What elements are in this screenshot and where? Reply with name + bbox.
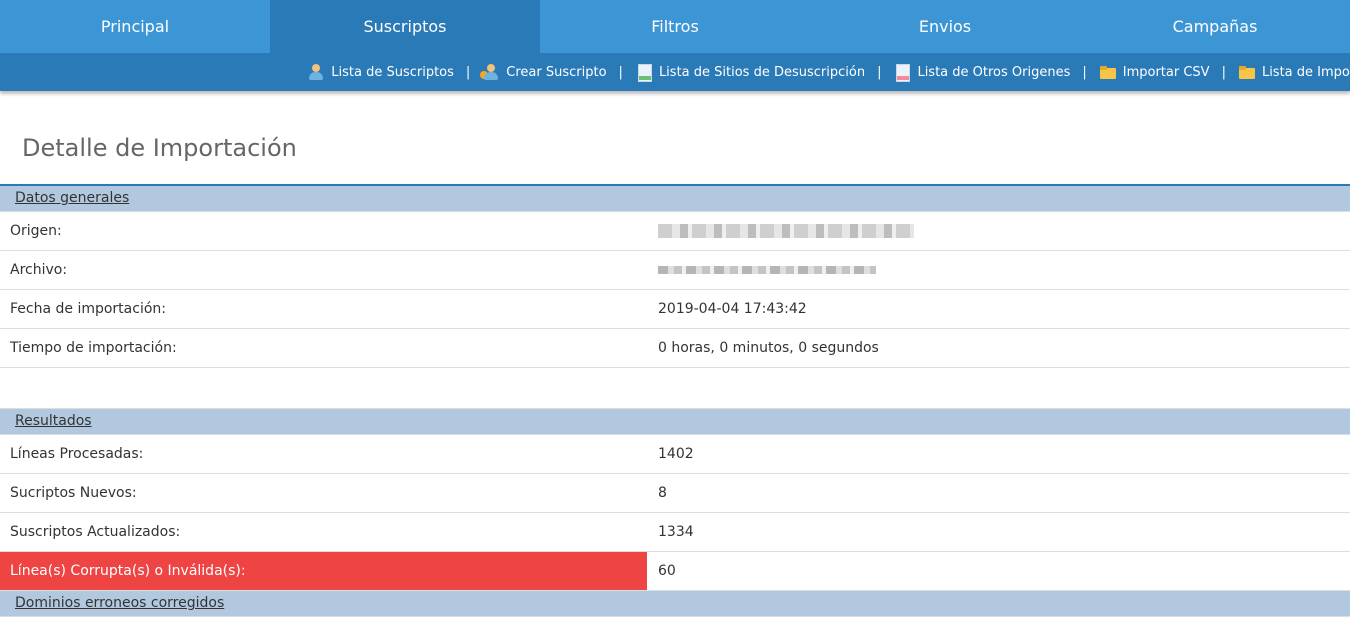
row-suscriptos-nuevos: Sucriptos Nuevos: 8 (0, 474, 1350, 513)
separator: | (1082, 64, 1087, 80)
subnav-label: Importar CSV (1122, 64, 1210, 80)
row-value-redacted (647, 251, 1350, 289)
row-label: Fecha de importación: (10, 301, 166, 317)
subnav-label: Lista de Suscriptos (331, 64, 454, 80)
subnav-label: Lista de Importaciones (1261, 64, 1350, 80)
row-lineas-corruptas: Línea(s) Corrupta(s) o Inválida(s): 60 (0, 552, 1350, 591)
row-label: Tiempo de importación: (10, 340, 177, 356)
top-navigation: Principal Suscriptos Filtros Envios Camp… (0, 0, 1350, 53)
redacted-value (658, 266, 876, 274)
row-suscriptos-actualizados: Suscriptos Actualizados: 1334 (0, 513, 1350, 552)
row-archivo: Archivo: (0, 251, 1350, 290)
separator: | (618, 64, 623, 80)
main-content: Detalle de Importación Datos generales O… (0, 91, 1350, 617)
section-resultados[interactable]: Resultados (0, 409, 1350, 435)
row-fecha-importacion: Fecha de importación: 2019-04-04 17:43:4… (0, 290, 1350, 329)
row-label: Suscriptos Actualizados: (10, 524, 181, 540)
row-value: 60 (658, 563, 676, 579)
subnav-crear-suscripto[interactable]: Crear Suscripto (480, 63, 607, 81)
subnav-otros-origenes[interactable]: Lista de Otros Origenes (893, 63, 1071, 82)
row-value-redacted (647, 212, 1350, 250)
tab-envios[interactable]: Envios (810, 0, 1080, 53)
page-title: Detalle de Importación (0, 91, 1350, 186)
tab-campanas[interactable]: Campañas (1080, 0, 1350, 53)
row-value: 1334 (658, 524, 694, 540)
add-user-icon (480, 63, 500, 81)
subnav-lista-importaciones[interactable]: Lista de Importaciones (1238, 63, 1350, 81)
tab-suscriptos[interactable]: Suscriptos (270, 0, 540, 53)
separator: | (1221, 64, 1226, 80)
row-label: Archivo: (10, 262, 68, 278)
folder-list-icon (1238, 63, 1256, 81)
row-lineas-procesadas: Líneas Procesadas: 1402 (0, 435, 1350, 474)
row-label: Origen: (10, 223, 62, 239)
subnav-sitios-desuscripcion[interactable]: Lista de Sitios de Desuscripción (635, 63, 866, 82)
subnav-lista-suscriptos[interactable]: Lista de Suscriptos (307, 63, 454, 81)
row-label-alert: Línea(s) Corrupta(s) o Inválida(s): (0, 552, 647, 590)
row-value: 8 (658, 485, 667, 501)
subnav-label: Crear Suscripto (506, 64, 607, 80)
subnav-label: Lista de Sitios de Desuscripción (658, 64, 866, 80)
row-value: 0 horas, 0 minutos, 0 segundos (658, 340, 879, 356)
row-tiempo-importacion: Tiempo de importación: 0 horas, 0 minuto… (0, 329, 1350, 368)
folder-import-icon (1099, 63, 1117, 81)
separator: | (465, 64, 471, 80)
redacted-value (658, 224, 914, 238)
subnav-label: Lista de Otros Origenes (917, 64, 1071, 80)
row-origen: Origen: (0, 212, 1350, 251)
row-value: 1402 (658, 446, 694, 462)
separator: | (877, 64, 882, 80)
row-label: Líneas Procesadas: (10, 446, 144, 462)
document-pink-icon (893, 63, 911, 82)
tab-filtros[interactable]: Filtros (540, 0, 810, 53)
row-label: Sucriptos Nuevos: (10, 485, 137, 501)
subnav-importar-csv[interactable]: Importar CSV (1099, 63, 1210, 81)
tab-principal[interactable]: Principal (0, 0, 270, 53)
section-datos-generales[interactable]: Datos generales (0, 186, 1350, 212)
section-dominios-erroneos[interactable]: Dominios erroneos corregidos (0, 591, 1350, 617)
document-green-icon (635, 63, 653, 82)
sub-navigation: Lista de Suscriptos | Crear Suscripto | … (0, 53, 1350, 91)
row-value: 2019-04-04 17:43:42 (658, 301, 807, 317)
spacer-row (0, 368, 1350, 409)
users-icon (307, 63, 325, 81)
